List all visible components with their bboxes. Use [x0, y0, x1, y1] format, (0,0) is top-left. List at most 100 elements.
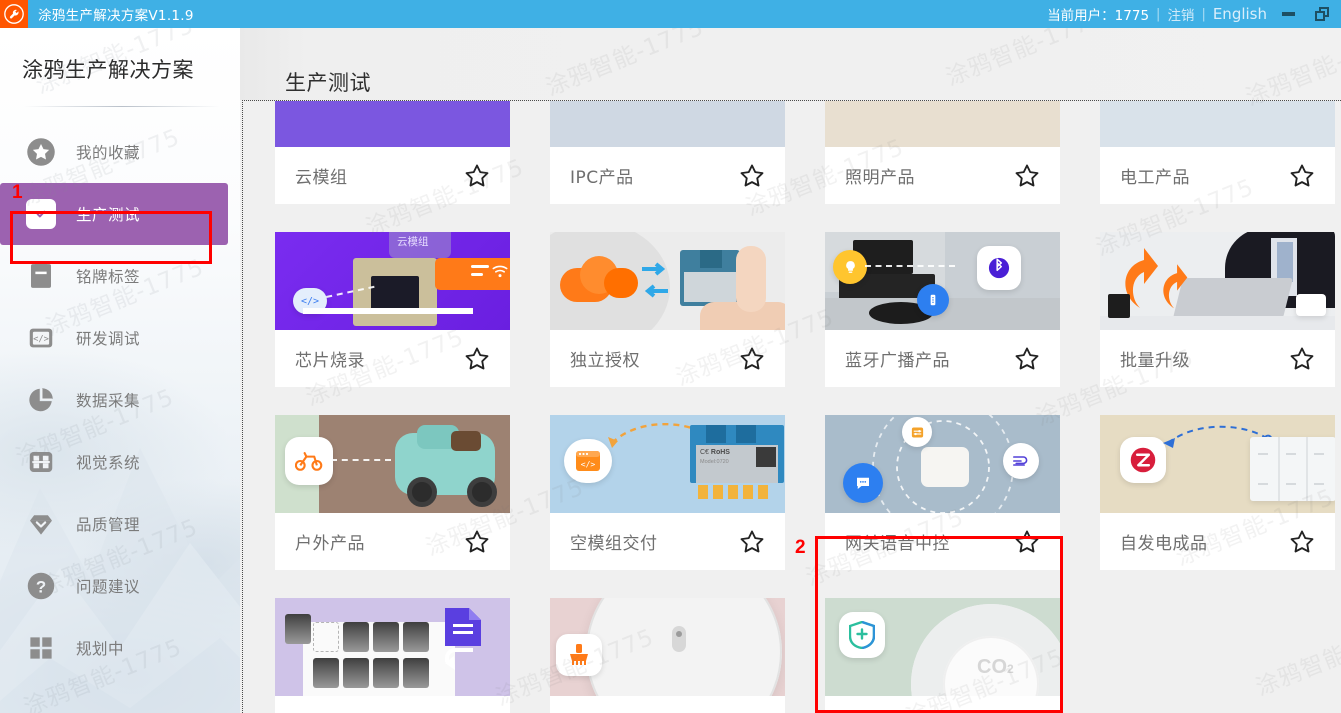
sidebar-item-feedback[interactable]: ? 问题建议: [0, 555, 240, 617]
card-image: [825, 101, 1060, 147]
card-cloud-module[interactable]: 云模组: [275, 101, 510, 204]
star-outline-icon[interactable]: [1012, 344, 1042, 374]
sidebar-item-production-test[interactable]: 生产测试: [0, 183, 228, 245]
sidebar-item-label: 视觉系统: [76, 454, 141, 472]
card-electric[interactable]: 电工产品: [1100, 101, 1335, 204]
sidebar-menu: 我的收藏 生产测试 铭牌标签 </> 研发调试 数据采集 视觉系统 品质管理 ?…: [0, 121, 240, 679]
card-batch-upgrade[interactable]: 批量升级: [1100, 232, 1335, 387]
star-outline-icon[interactable]: [1287, 527, 1317, 557]
scan-frame-icon: [24, 445, 58, 479]
card-image: [825, 232, 1060, 330]
titlebar-right-group: 当前用户：1775 | 注销 | English: [1047, 0, 1341, 28]
star-outline-icon[interactable]: [462, 710, 492, 713]
card-blank-module-delivery[interactable]: </> C€ RoHS Model:0720 空模组交付: [550, 415, 785, 570]
sidebar-item-label: 铭牌标签: [76, 268, 141, 286]
star-outline-icon[interactable]: [462, 527, 492, 557]
card-image: [1100, 415, 1335, 513]
sidebar-brand: 涂鸦生产解决方案: [22, 58, 194, 82]
logout-link[interactable]: 注销: [1167, 4, 1194, 24]
card-gateway-voice-control[interactable]: 网关语音中控: [825, 415, 1060, 570]
window-title: 涂鸦生产解决方案V1.1.9: [38, 8, 194, 24]
sidebar-item-label: 问题建议: [76, 578, 141, 596]
star-outline-icon[interactable]: [737, 161, 767, 191]
card-label: 批量升级: [1120, 351, 1190, 371]
card-panel-burning-authorization[interactable]: 拼板烧录授权: [275, 598, 510, 713]
card-self-powered-product[interactable]: 自发电成品: [1100, 415, 1335, 570]
separator-2: |: [1201, 6, 1206, 22]
card-outdoor-products[interactable]: 户外产品: [275, 415, 510, 570]
card-label: 云模组: [295, 168, 348, 188]
title-bar: 涂鸦生产解决方案V1.1.9 当前用户：1775 | 注销 | English: [0, 0, 1341, 28]
main-header: [240, 28, 1341, 100]
sidebar-item-label: 我的收藏: [76, 144, 141, 162]
card-image: [1100, 232, 1335, 330]
card-label: IPC产品: [570, 168, 634, 188]
card-chip-burning[interactable]: 云模组 </> 芯片烧录: [275, 232, 510, 387]
svg-text:</>: </>: [581, 460, 596, 469]
svg-text:</>: </>: [33, 334, 49, 344]
card-robot-vacuum[interactable]: 扫地机器人: [550, 598, 785, 713]
sidebar-item-my-favorites[interactable]: 我的收藏: [0, 121, 240, 183]
sidebar-item-data-collection[interactable]: 数据采集: [0, 369, 240, 431]
card-image: [275, 415, 510, 513]
card-standalone-authorization[interactable]: 独立授权: [550, 232, 785, 387]
separator-1: |: [1156, 6, 1161, 22]
star-outline-icon[interactable]: [1012, 161, 1042, 191]
card-image: [275, 101, 510, 147]
code-icon: </>: [24, 321, 58, 355]
language-link[interactable]: English: [1213, 5, 1267, 23]
card-image: CO2: [825, 598, 1060, 696]
sidebar-item-planned[interactable]: 规划中: [0, 617, 240, 679]
sidebar-item-label: 生产测试: [76, 206, 141, 224]
star-outline-icon[interactable]: [462, 161, 492, 191]
sidebar-item-label: 品质管理: [76, 516, 141, 534]
star-outline-icon[interactable]: [737, 344, 767, 374]
card-label: 网关语音中控: [845, 534, 950, 554]
star-outline-icon[interactable]: [737, 710, 767, 713]
sidebar-item-vision-system[interactable]: 视觉系统: [0, 431, 240, 493]
card-label: 蓝牙广播产品: [845, 351, 950, 371]
card-image: [1100, 101, 1335, 147]
card-image: [550, 598, 785, 696]
card-image: [825, 415, 1060, 513]
card-label: 自发电成品: [1120, 534, 1208, 554]
card-lighting[interactable]: 照明产品: [825, 101, 1060, 204]
svg-text:?: ?: [36, 577, 46, 596]
card-bluetooth-broadcast[interactable]: 蓝牙广播产品: [825, 232, 1060, 387]
app-wrench-icon: [0, 0, 28, 28]
star-outline-icon[interactable]: [462, 344, 492, 374]
star-outline-icon[interactable]: [1287, 161, 1317, 191]
restore-icon[interactable]: [1309, 1, 1335, 27]
card-label: 独立授权: [570, 351, 640, 371]
star-outline-icon[interactable]: [737, 527, 767, 557]
diamond-check-icon: [24, 507, 58, 541]
star-outline-icon[interactable]: [1012, 527, 1042, 557]
sidebar-item-quality-management[interactable]: 品质管理: [0, 493, 240, 555]
card-image: 云模组 </>: [275, 232, 510, 330]
tag-label-icon: [24, 259, 58, 293]
grid-squares-icon: [24, 631, 58, 665]
page-title: 生产测试: [285, 71, 371, 95]
star-outline-icon[interactable]: [1012, 710, 1042, 713]
current-user-label: 当前用户：1775: [1047, 8, 1150, 24]
main-content: 生产测试 涂鸦智能-1775 涂鸦智能-1775 涂鸦智能-1775 涂鸦智能-…: [240, 28, 1341, 713]
card-label: 电工产品: [1120, 168, 1190, 188]
sidebar-item-label: 规划中: [76, 640, 125, 658]
product-card-grid: 云模组 IPC产品 照明产品 电工产品 云模组 </> 芯片烧录 独立授权 蓝牙…: [243, 101, 1341, 713]
sidebar-item-label: 数据采集: [76, 392, 141, 410]
question-circle-icon: ?: [24, 569, 58, 603]
minimize-icon[interactable]: [1275, 1, 1301, 27]
sidebar-divider: [24, 106, 220, 107]
chip-burn-tag: 云模组: [397, 236, 429, 248]
star-outline-icon[interactable]: [1287, 344, 1317, 374]
card-ipc[interactable]: IPC产品: [550, 101, 785, 204]
pie-chart-icon: [24, 383, 58, 417]
card-image: [550, 232, 785, 330]
card-security-sensing[interactable]: CO2 安防传感: [825, 598, 1060, 713]
sidebar-item-rd-debug[interactable]: </> 研发调试: [0, 307, 240, 369]
sidebar-header: 涂鸦生产解决方案: [0, 28, 240, 84]
checked-file-icon: [24, 197, 58, 231]
card-label: 空模组交付: [570, 534, 658, 554]
sidebar-item-nameplate-label[interactable]: 铭牌标签: [0, 245, 240, 307]
cards-scroll-area[interactable]: 云模组 IPC产品 照明产品 电工产品 云模组 </> 芯片烧录 独立授权 蓝牙…: [242, 100, 1341, 713]
